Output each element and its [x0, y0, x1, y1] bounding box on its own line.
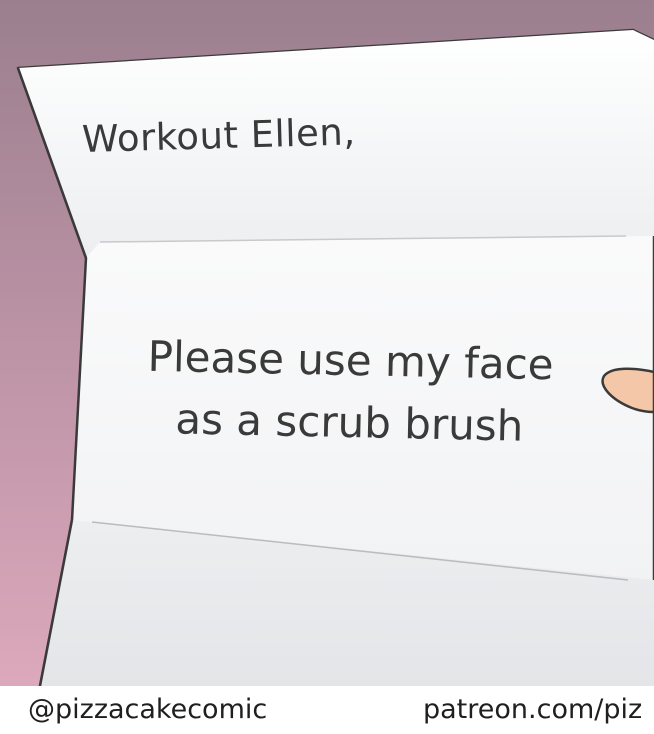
comic-scene: Workout Ellen, Please use my face as a s…: [0, 0, 654, 686]
patreon-link[interactable]: patreon.com/piz: [423, 694, 642, 725]
comic-panel: Workout Ellen, Please use my face as a s…: [0, 0, 654, 734]
letter-message-line-1: Please use my face: [147, 331, 555, 390]
social-handle: @pizzacakecomic: [28, 694, 268, 725]
letter-message: Please use my face as a scrub brush: [109, 325, 591, 459]
letter-greeting: Workout Ellen,: [81, 110, 357, 161]
letter-message-line-2: as a scrub brush: [174, 394, 524, 451]
credits-footer: @pizzacakecomic patreon.com/piz: [0, 686, 654, 734]
